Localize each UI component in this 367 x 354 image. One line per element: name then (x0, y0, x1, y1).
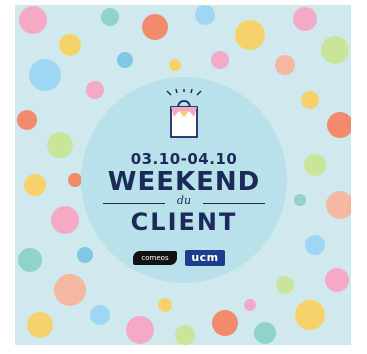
title-connector: du (176, 194, 192, 207)
shopping-bag-icon (166, 89, 202, 138)
divider-right (203, 203, 265, 204)
event-badge: 03.10-04.10 WEEKEND du CLIENT comeos ucm (81, 77, 287, 283)
ucm-logo: ucm (185, 250, 225, 266)
poster: 03.10-04.10 WEEKEND du CLIENT comeos ucm (15, 5, 351, 345)
comeos-logo: comeos (133, 251, 177, 265)
title-weekend: WEEKEND (107, 167, 261, 197)
title-client: CLIENT (130, 208, 238, 236)
event-dates: 03.10-04.10 (130, 150, 238, 168)
